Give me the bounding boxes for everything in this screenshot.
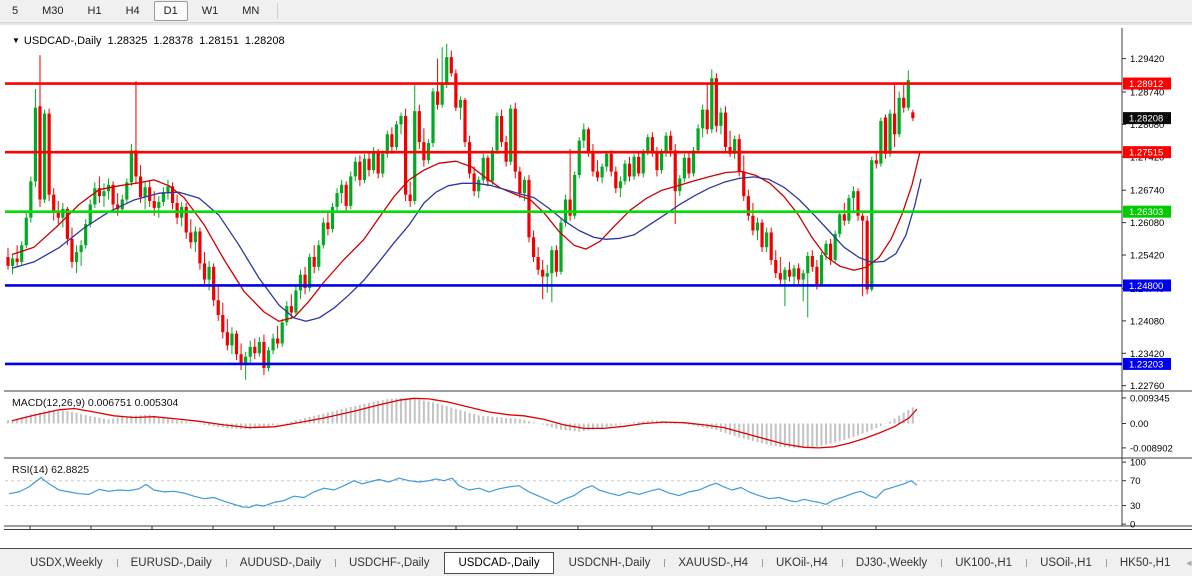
chart-tab-strip: USDX,WeeklyEURUSD-,DailyAUDUSD-,DailyUSD… [16,549,1184,576]
tab-scroll-controls: ◄ ► [1184,558,1192,568]
price-tag: 1.26303 [1123,206,1171,219]
mt4-terminal: 5M30H1H4D1W1MN 100 70 30 0 0.009345 0.00 -0.00… [0,0,1192,575]
price-tag: 1.24800 [1123,279,1171,291]
chart-tab-hk50-h1[interactable]: HK50-,H1 [1106,553,1185,573]
quote-high: 1.28378 [153,35,193,47]
price-tag: 1.28912 [1123,78,1171,91]
rsi-indicator-label: RSI(14) 62.8825 [12,464,89,476]
chart-tab-eurusd-daily[interactable]: EURUSD-,Daily [117,553,226,573]
chart-tab-usdcnh-daily[interactable]: USDCNH-,Daily [555,553,665,573]
timeframe-button-d1[interactable]: D1 [154,1,188,21]
chart-tab-usdx-weekly[interactable]: USDX,Weekly [16,553,117,573]
chart-tab-ukoil-h4[interactable]: UKOil-,H4 [762,553,842,573]
quote-close: 1.28208 [245,35,285,47]
price-tag: 1.27515 [1123,146,1171,159]
svg-text:1.26740: 1.26740 [1130,186,1164,197]
svg-text:1.23203: 1.23203 [1129,359,1163,370]
timeframe-button-h4[interactable]: H4 [116,1,150,21]
price-chart-svg[interactable]: 100 70 30 0 0.009345 0.00 -0.008902 1.29420 1.28… [4,28,1192,529]
svg-text:1.28208: 1.28208 [1129,114,1163,125]
svg-text:1.26080: 1.26080 [1130,218,1164,229]
svg-text:1.24080: 1.24080 [1130,316,1164,327]
svg-text:1.28912: 1.28912 [1129,79,1163,90]
svg-text:30: 30 [1130,501,1141,512]
rsi-value: 62.8825 [51,464,89,476]
svg-text:1.24800: 1.24800 [1129,281,1163,292]
chart-tab-audusd-daily[interactable]: AUDUSD-,Daily [226,553,335,573]
chart-window[interactable]: 100 70 30 0 0.009345 0.00 -0.008902 1.29420 1.28… [4,28,1192,530]
svg-text:100: 100 [1130,458,1146,469]
timeframe-button-mn[interactable]: MN [232,1,269,21]
svg-text:70: 70 [1130,476,1141,487]
chart-tab-bar: USDX,WeeklyEURUSD-,DailyAUDUSD-,DailyUSD… [0,548,1192,576]
chart-tab-xauusd-h4[interactable]: XAUUSD-,H4 [664,553,762,573]
svg-text:0: 0 [1130,520,1135,529]
chart-title: ▼ USDCAD-,Daily 1.28325 1.28378 1.28151 1.282… [12,35,285,47]
quote-low: 1.28151 [199,35,239,47]
chart-tab-uk100-h1[interactable]: UK100-,H1 [941,553,1026,573]
price-tag: 1.23203 [1123,358,1171,371]
symbol-dropdown-icon[interactable]: ▼ [12,36,20,45]
timeframe-toolbar: 5M30H1H4D1W1MN [0,0,1192,23]
svg-text:0.00: 0.00 [1130,419,1149,430]
svg-text:0.009345: 0.009345 [1130,393,1170,404]
chart-symbol-label: USDCAD-,Daily [24,35,102,47]
svg-text:1.22760: 1.22760 [1130,381,1164,392]
svg-text:1.26303: 1.26303 [1129,207,1163,218]
timeframe-button-5[interactable]: 5 [2,1,28,21]
toolbar-separator [277,3,278,19]
macd-signal-value: 0.005304 [135,397,179,409]
timeframe-button-m30[interactable]: M30 [32,1,73,21]
price-tag: 1.28208 [1123,112,1171,125]
chart-tab-usdcad-daily[interactable]: USDCAD-,Daily [444,552,553,574]
chart-tab-dj30-weekly[interactable]: DJ30-,Weekly [842,553,941,573]
quote-open: 1.28325 [108,35,148,47]
svg-text:-0.008902: -0.008902 [1130,443,1173,454]
tab-scroll-left-icon[interactable]: ◄ [1184,558,1192,568]
svg-text:1.25420: 1.25420 [1130,251,1164,262]
chart-tab-usdchf-daily[interactable]: USDCHF-,Daily [335,553,444,573]
macd-value: 0.006751 [88,397,132,409]
timeframe-button-h1[interactable]: H1 [78,1,112,21]
timeframe-button-w1[interactable]: W1 [192,1,229,21]
chart-tab-usoil-h1[interactable]: USOil-,H1 [1026,553,1106,573]
svg-text:1.27515: 1.27515 [1129,148,1163,159]
svg-text:1.29420: 1.29420 [1130,54,1164,65]
macd-indicator-label: MACD(12,26,9) 0.006751 0.005304 [12,397,178,409]
